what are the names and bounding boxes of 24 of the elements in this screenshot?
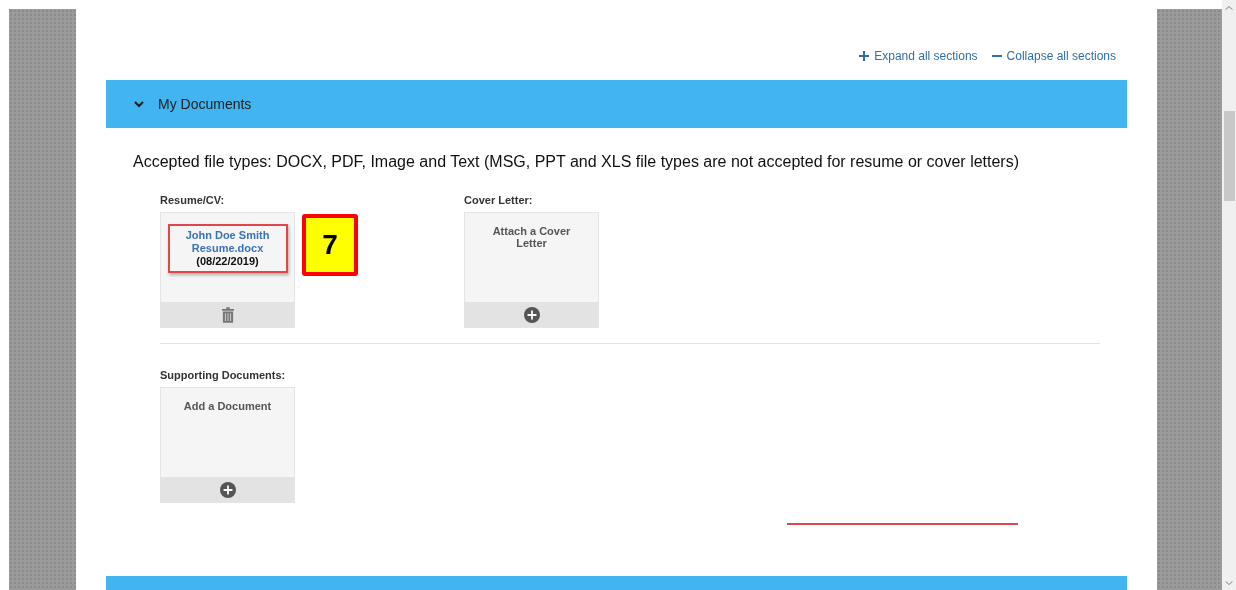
add-button[interactable] — [161, 477, 294, 502]
toolbar-link[interactable]: Expand all sections — [859, 49, 978, 63]
section-header[interactable]: My Documents — [106, 80, 1127, 128]
scrollbar[interactable] — [1222, 0, 1236, 590]
step-callout: 7 — [302, 214, 358, 276]
plus-icon — [859, 51, 870, 61]
slot-label: Cover Letter: — [464, 194, 534, 207]
add-button[interactable] — [465, 302, 598, 327]
card-prompt: Attach a Cover Letter — [491, 225, 572, 249]
plus-circle-icon — [219, 481, 236, 498]
file-date: (08/22/2019) — [196, 255, 259, 268]
slot-label: Supporting Documents: — [160, 369, 287, 382]
file-link[interactable]: John Doe Smith Resume.docx — [173, 229, 282, 255]
plus-circle-icon — [523, 306, 540, 323]
scroll-up-icon[interactable] — [1225, 5, 1233, 11]
scroll-thumb[interactable] — [1223, 111, 1235, 201]
card-prompt: Add a Document — [182, 400, 273, 412]
delete-button[interactable] — [161, 302, 294, 327]
toolbar-link[interactable]: Collapse all sections — [991, 49, 1116, 63]
chevron-down-icon — [134, 99, 144, 109]
slot-label: Resume/CV: — [160, 194, 226, 207]
trash-icon — [221, 306, 234, 323]
scroll-down-icon[interactable] — [1225, 580, 1233, 586]
accepted-types-note: Accepted file types: DOCX, PDF, Image and Text (MSG, PPT and XLS file types are not accepted for resume or cover letters) — [133, 152, 1021, 172]
